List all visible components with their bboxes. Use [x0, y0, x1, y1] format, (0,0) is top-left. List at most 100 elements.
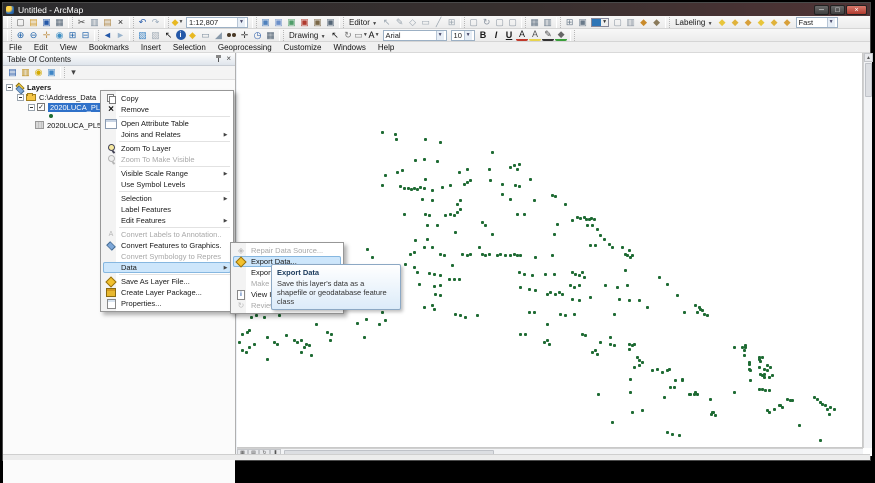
- menu-edit[interactable]: Edit: [28, 43, 54, 52]
- hyperlink-icon[interactable]: ◆: [187, 30, 199, 41]
- go-forward-extent-icon[interactable]: ►: [115, 30, 127, 41]
- reshape-tool-icon[interactable]: ▭: [420, 17, 432, 28]
- menu-item-create-layer-package[interactable]: Create Layer Package...: [103, 287, 231, 298]
- copy-icon[interactable]: ▥: [89, 17, 101, 28]
- cut-polygons-icon[interactable]: ╱: [433, 17, 445, 28]
- arctoolbox-window-icon[interactable]: ▣: [299, 17, 311, 28]
- rotate-element-icon[interactable]: ↻: [342, 30, 354, 41]
- menu-item-joins-and-relates[interactable]: Joins and Relates▶: [103, 129, 231, 140]
- symbol-color-swatch[interactable]: ▼: [591, 18, 609, 27]
- pin-icon[interactable]: [215, 55, 222, 63]
- menu-selection[interactable]: Selection: [167, 43, 212, 52]
- menu-item-remove[interactable]: Remove: [103, 104, 231, 115]
- menu-insert[interactable]: Insert: [135, 43, 167, 52]
- map-scale-combo[interactable]: 1:12,807 ▼: [186, 17, 248, 28]
- marker-color-icon[interactable]: ◆: [555, 30, 567, 41]
- attributes-window-icon[interactable]: ▦: [529, 17, 541, 28]
- menu-item-convert-features-to-graphics[interactable]: Convert Features to Graphics...: [103, 240, 231, 251]
- catalog-window-icon[interactable]: ▣: [273, 17, 285, 28]
- select-features-icon[interactable]: ▧: [137, 30, 149, 41]
- menu-geoprocessing[interactable]: Geoprocessing: [212, 43, 278, 52]
- menu-item-selection[interactable]: Selection▶: [103, 193, 231, 204]
- italic-icon[interactable]: I: [490, 30, 502, 41]
- layer-checkbox-checked[interactable]: ✓: [37, 103, 45, 111]
- edit-vertices-icon[interactable]: ◇: [407, 17, 419, 28]
- menu-item-label-features[interactable]: Label Features: [103, 204, 231, 215]
- cut-icon[interactable]: ✂: [76, 17, 88, 28]
- chevron-down-icon[interactable]: ▼: [827, 18, 835, 27]
- menu-item-save-as-layer-file[interactable]: Save As Layer File...: [103, 276, 231, 287]
- toolbar-grip[interactable]: [339, 17, 344, 28]
- toolbar-grip[interactable]: [665, 17, 670, 28]
- collapse-icon[interactable]: [17, 94, 24, 101]
- chevron-down-icon[interactable]: ▼: [436, 31, 444, 40]
- font-size-combo[interactable]: 10 ▼: [451, 30, 475, 41]
- menu-customize[interactable]: Customize: [278, 43, 328, 52]
- close-icon[interactable]: ×: [226, 55, 231, 63]
- toolbar-grip[interactable]: [460, 17, 465, 28]
- menu-item-properties[interactable]: Properties...: [103, 298, 231, 309]
- menu-help[interactable]: Help: [372, 43, 400, 52]
- maximize-button[interactable]: □: [830, 5, 845, 15]
- unselect-annotation-icon[interactable]: ▢: [468, 17, 480, 28]
- menu-view[interactable]: View: [54, 43, 83, 52]
- new-document-icon[interactable]: ▢: [15, 17, 27, 28]
- collapse-icon[interactable]: [28, 104, 35, 111]
- toc-options-icon[interactable]: ▾: [68, 67, 80, 78]
- toolbar-grip[interactable]: [570, 30, 575, 41]
- go-back-extent-icon[interactable]: ◄: [102, 30, 114, 41]
- save-icon[interactable]: ▣: [41, 17, 53, 28]
- label-weight-ranking-icon[interactable]: ◆: [742, 17, 754, 28]
- underline-icon[interactable]: U: [503, 30, 515, 41]
- go-to-xy-icon[interactable]: ✛: [239, 30, 251, 41]
- font-color-icon[interactable]: A: [516, 30, 528, 41]
- redo-icon[interactable]: ↷: [150, 17, 162, 28]
- follow-feature-icon[interactable]: ▢: [494, 17, 506, 28]
- close-button[interactable]: ×: [846, 5, 867, 15]
- scroll-up-button[interactable]: ▲: [864, 53, 873, 62]
- clear-flags-icon[interactable]: ▥: [625, 17, 637, 28]
- list-by-selection-icon[interactable]: ▣: [46, 67, 58, 78]
- lock-labels-icon[interactable]: ◆: [755, 17, 767, 28]
- toolbar-grip[interactable]: [252, 17, 257, 28]
- toolbar-grip[interactable]: [7, 30, 12, 41]
- bold-icon[interactable]: B: [477, 30, 489, 41]
- font-name-combo[interactable]: Arial ▼: [383, 30, 447, 41]
- curved-annotation-icon[interactable]: ▢: [507, 17, 519, 28]
- fixed-zoom-in-icon[interactable]: ⊞: [67, 30, 79, 41]
- chevron-down-icon[interactable]: ▼: [601, 19, 608, 26]
- zoom-in-icon[interactable]: ⊕: [15, 30, 27, 41]
- print-icon[interactable]: ▦: [54, 17, 66, 28]
- chevron-down-icon[interactable]: ▼: [237, 18, 245, 27]
- line-color-icon[interactable]: ✎: [542, 30, 554, 41]
- measure-icon[interactable]: ◢: [213, 30, 225, 41]
- error-inspector-icon[interactable]: ◆: [638, 17, 650, 28]
- label-manager-icon[interactable]: ◆: [716, 17, 728, 28]
- menu-item-use-symbol-levels[interactable]: Use Symbol Levels: [103, 179, 231, 190]
- paste-icon[interactable]: ▤: [102, 17, 114, 28]
- shape-tool-icon[interactable]: ▭▼: [355, 30, 367, 41]
- collapse-icon[interactable]: [6, 84, 13, 91]
- menu-windows[interactable]: Windows: [327, 43, 371, 52]
- list-by-source-icon[interactable]: ▥: [20, 67, 32, 78]
- search-window-icon[interactable]: ▣: [286, 17, 298, 28]
- pan-icon[interactable]: ✛: [41, 30, 53, 41]
- select-elements-icon[interactable]: ↖: [163, 30, 175, 41]
- fixed-zoom-out-icon[interactable]: ⊟: [80, 30, 92, 41]
- text-background-color-icon[interactable]: A: [529, 30, 541, 41]
- point-symbol-icon[interactable]: [49, 114, 53, 118]
- delete-icon[interactable]: ×: [115, 17, 127, 28]
- edit-sketch-icon[interactable]: ✎: [394, 17, 406, 28]
- editor-menu-button[interactable]: Editor ▼: [349, 18, 377, 27]
- rotate-annotation-icon[interactable]: ↻: [481, 17, 493, 28]
- drawing-select-icon[interactable]: ↖: [329, 30, 341, 41]
- find-icon[interactable]: [226, 30, 238, 41]
- menu-item-edit-features[interactable]: Edit Features▶: [103, 215, 231, 226]
- full-extent-icon[interactable]: ◉: [54, 30, 66, 41]
- menu-bookmarks[interactable]: Bookmarks: [83, 43, 135, 52]
- menu-item-zoom-to-layer[interactable]: Zoom To Layer: [103, 143, 231, 154]
- toolbar-grip[interactable]: [7, 17, 12, 28]
- view-unplaced-labels-icon[interactable]: ◆: [781, 17, 793, 28]
- create-features-icon[interactable]: ▣: [577, 17, 589, 28]
- snapping-toolbar-icon[interactable]: ⊞: [564, 17, 576, 28]
